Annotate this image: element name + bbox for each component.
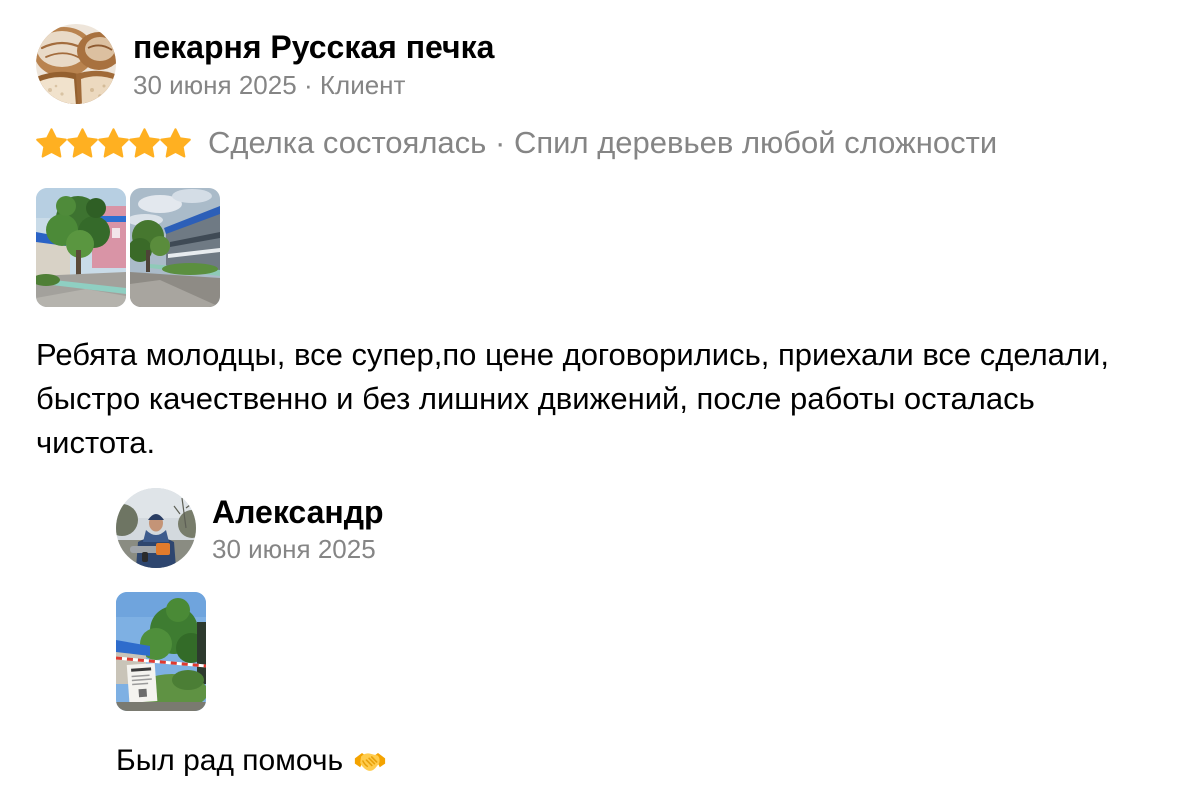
- deal-info: Сделка состоялась · Спил деревьев любой сл…: [208, 125, 997, 161]
- reply-text: Был рад помочь: [116, 743, 386, 779]
- seller-reply: Александр 30 июня 2025 Был рад помочь: [116, 488, 816, 780]
- author-name[interactable]: пекарня Русская печка: [133, 28, 494, 66]
- reply-author-avatar[interactable]: [116, 488, 196, 568]
- review-card: пекарня Русская печка 30 июня 2025 · Клиен…: [36, 24, 1146, 466]
- reply-photos: [116, 592, 206, 711]
- review-photo-image: [36, 188, 126, 307]
- reply-text-label: Был рад помочь: [116, 744, 344, 777]
- star-icon: [129, 128, 160, 158]
- bakery-avatar-image: [36, 24, 116, 104]
- reply-date: 30 июня 2025: [212, 534, 376, 564]
- handshake-icon: [355, 753, 386, 771]
- star-icon: [160, 128, 191, 158]
- meta-separator: ·: [303, 70, 313, 100]
- star-icon: [98, 128, 129, 158]
- deal-service: Спил деревьев любой сложности: [514, 125, 998, 160]
- reply-author-name[interactable]: Александр: [212, 493, 384, 531]
- author-role: Клиент: [319, 70, 406, 100]
- author-meta: 30 июня 2025 · Клиент: [133, 70, 405, 100]
- review-date: 30 июня 2025: [133, 70, 297, 100]
- reply-photo[interactable]: [116, 592, 206, 711]
- deal-status: Сделка состоялась: [208, 125, 487, 160]
- deal-separator: ·: [495, 125, 506, 160]
- review-photo[interactable]: [36, 188, 126, 307]
- review-photo-image: [130, 188, 220, 307]
- star-icon: [36, 128, 67, 158]
- author-avatar[interactable]: [36, 24, 116, 104]
- rating-stars: [36, 128, 191, 158]
- reply-avatar-image: [116, 488, 196, 568]
- review-photos: [36, 188, 220, 307]
- reply-photo-image: [116, 592, 206, 711]
- review-text: Ребята молодцы, все супер,по цене догово…: [36, 337, 1109, 460]
- review-photo[interactable]: [130, 188, 220, 307]
- star-icon: [67, 128, 98, 158]
